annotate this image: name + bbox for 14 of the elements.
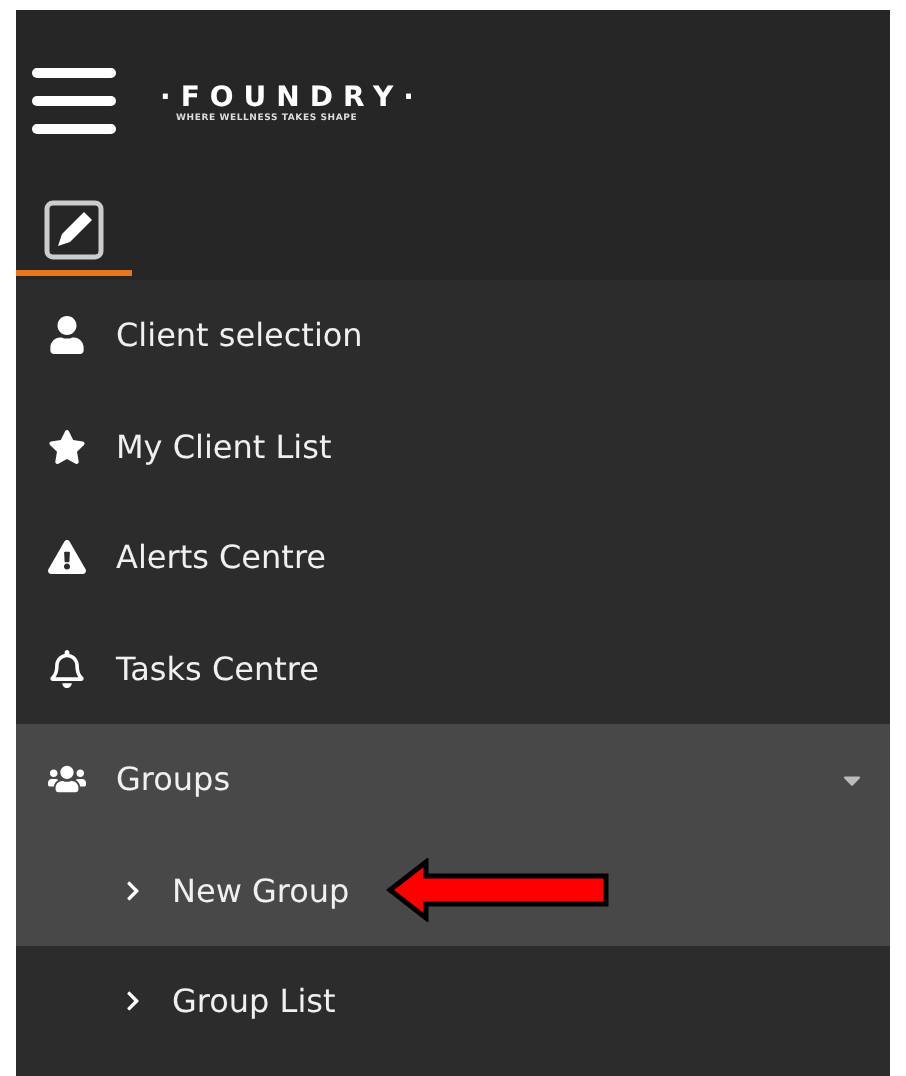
warning-icon bbox=[44, 538, 88, 577]
pencil-icon bbox=[44, 200, 104, 260]
logo: ·FOUNDRY· bbox=[160, 81, 424, 113]
menu-item[interactable]: Alerts Centre bbox=[16, 502, 890, 613]
menu-item[interactable]: My Client List bbox=[16, 391, 890, 502]
submenu-item[interactable]: Group List bbox=[16, 946, 890, 1057]
star-icon bbox=[44, 427, 88, 466]
submenu-item[interactable]: New Group bbox=[16, 835, 890, 946]
person-icon bbox=[44, 316, 88, 355]
menu-item[interactable]: Client selection bbox=[16, 280, 890, 391]
bell-icon bbox=[44, 649, 88, 688]
menu-icon[interactable] bbox=[32, 68, 120, 136]
menu-item[interactable]: Groups bbox=[16, 724, 890, 835]
menu-item[interactable]: Tasks Centre bbox=[16, 613, 890, 724]
